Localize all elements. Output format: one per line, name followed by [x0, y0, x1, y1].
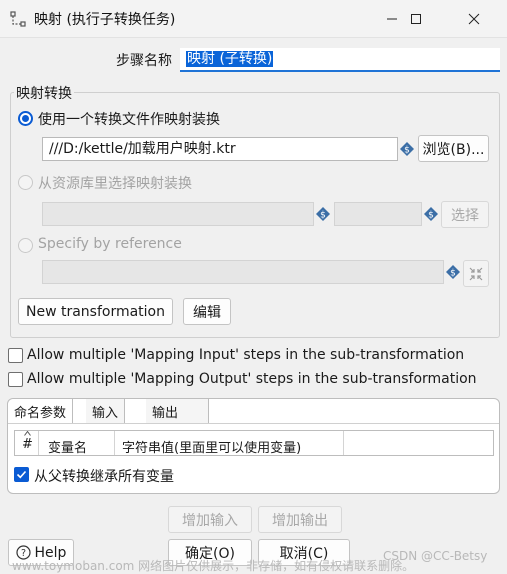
radio-repository-label: 从资源库里选择映射装换	[38, 176, 192, 192]
repo-name-input[interactable]	[334, 202, 422, 226]
variable-diamond-icon[interactable]: $	[424, 207, 438, 221]
variable-diamond-icon[interactable]: $	[316, 207, 330, 221]
sort-up-icon	[24, 431, 31, 436]
maximize-icon	[411, 14, 421, 24]
file-path-input[interactable]: ///D:/kettle/加载用户映射.ktr	[42, 137, 398, 161]
inherit-variables-label: 从父转换继承所有变量	[34, 469, 174, 485]
close-button[interactable]	[451, 0, 497, 38]
radio-repository[interactable]	[18, 175, 33, 190]
close-icon	[468, 13, 480, 25]
reference-input[interactable]	[42, 260, 444, 284]
radio-use-file[interactable]	[18, 111, 33, 126]
svg-text:$: $	[450, 269, 456, 279]
tab-named-parameters[interactable]: 命名参数	[8, 399, 74, 423]
maximize-button[interactable]	[393, 0, 439, 38]
variable-diamond-icon[interactable]: $	[446, 265, 460, 279]
title-bar: 映射 (执行子转换任务)	[0, 0, 507, 38]
column-header-value[interactable]: 字符串值(里面里可以使用变量)	[122, 437, 301, 456]
column-header-variable[interactable]: 变量名	[48, 437, 87, 456]
add-output-button[interactable]: 增加输出	[258, 506, 342, 533]
watermark-credit: CSDN @CC-Betsy	[383, 549, 488, 563]
watermark-text: www.toymoban.com 网络图片仅供展示，非存储，如有侵权请联系删除。	[12, 559, 415, 573]
compress-arrows-icon	[469, 267, 483, 280]
multi-output-checkbox[interactable]	[8, 372, 23, 387]
step-name-input[interactable]: 映射 (子转换)	[180, 48, 500, 72]
add-input-button[interactable]: 增加输入	[168, 506, 252, 533]
transformation-icon	[10, 11, 26, 27]
new-transformation-button[interactable]: New transformation	[18, 298, 173, 325]
tab-output[interactable]: 输出	[146, 399, 209, 423]
reference-select-button[interactable]	[463, 260, 489, 287]
mapping-group-title: 映射转换	[14, 83, 74, 103]
radio-by-reference[interactable]	[18, 238, 33, 253]
column-separator	[343, 431, 344, 455]
column-separator	[114, 431, 115, 455]
multi-input-checkbox[interactable]	[8, 348, 23, 363]
multi-input-label: Allow multiple 'Mapping Input' steps in …	[27, 347, 465, 363]
svg-text:$: $	[320, 211, 326, 221]
radio-by-reference-label: Specify by reference	[38, 236, 182, 252]
step-name-value: 映射 (子转换)	[186, 51, 274, 67]
svg-text:$: $	[404, 146, 410, 156]
svg-text:$: $	[428, 211, 434, 221]
window-title: 映射 (执行子转换任务)	[34, 12, 176, 28]
multi-output-label: Allow multiple 'Mapping Output' steps in…	[27, 371, 477, 387]
column-header-index[interactable]: #	[22, 437, 33, 452]
browse-button[interactable]: 浏览(B)...	[418, 135, 489, 162]
column-separator	[38, 431, 39, 455]
edit-button[interactable]: 编辑	[183, 298, 231, 325]
tab-input[interactable]: 输入	[86, 399, 126, 423]
variable-diamond-icon[interactable]: $	[400, 142, 414, 156]
tab-divider	[8, 423, 499, 424]
repo-directory-input[interactable]	[42, 202, 314, 226]
checkmark-icon	[16, 470, 27, 479]
radio-use-file-label: 使用一个转换文件作映射装换	[38, 112, 220, 128]
inherit-variables-checkbox[interactable]	[14, 467, 29, 482]
step-name-label: 步骤名称	[116, 53, 172, 69]
select-button[interactable]: 选择	[441, 201, 489, 228]
